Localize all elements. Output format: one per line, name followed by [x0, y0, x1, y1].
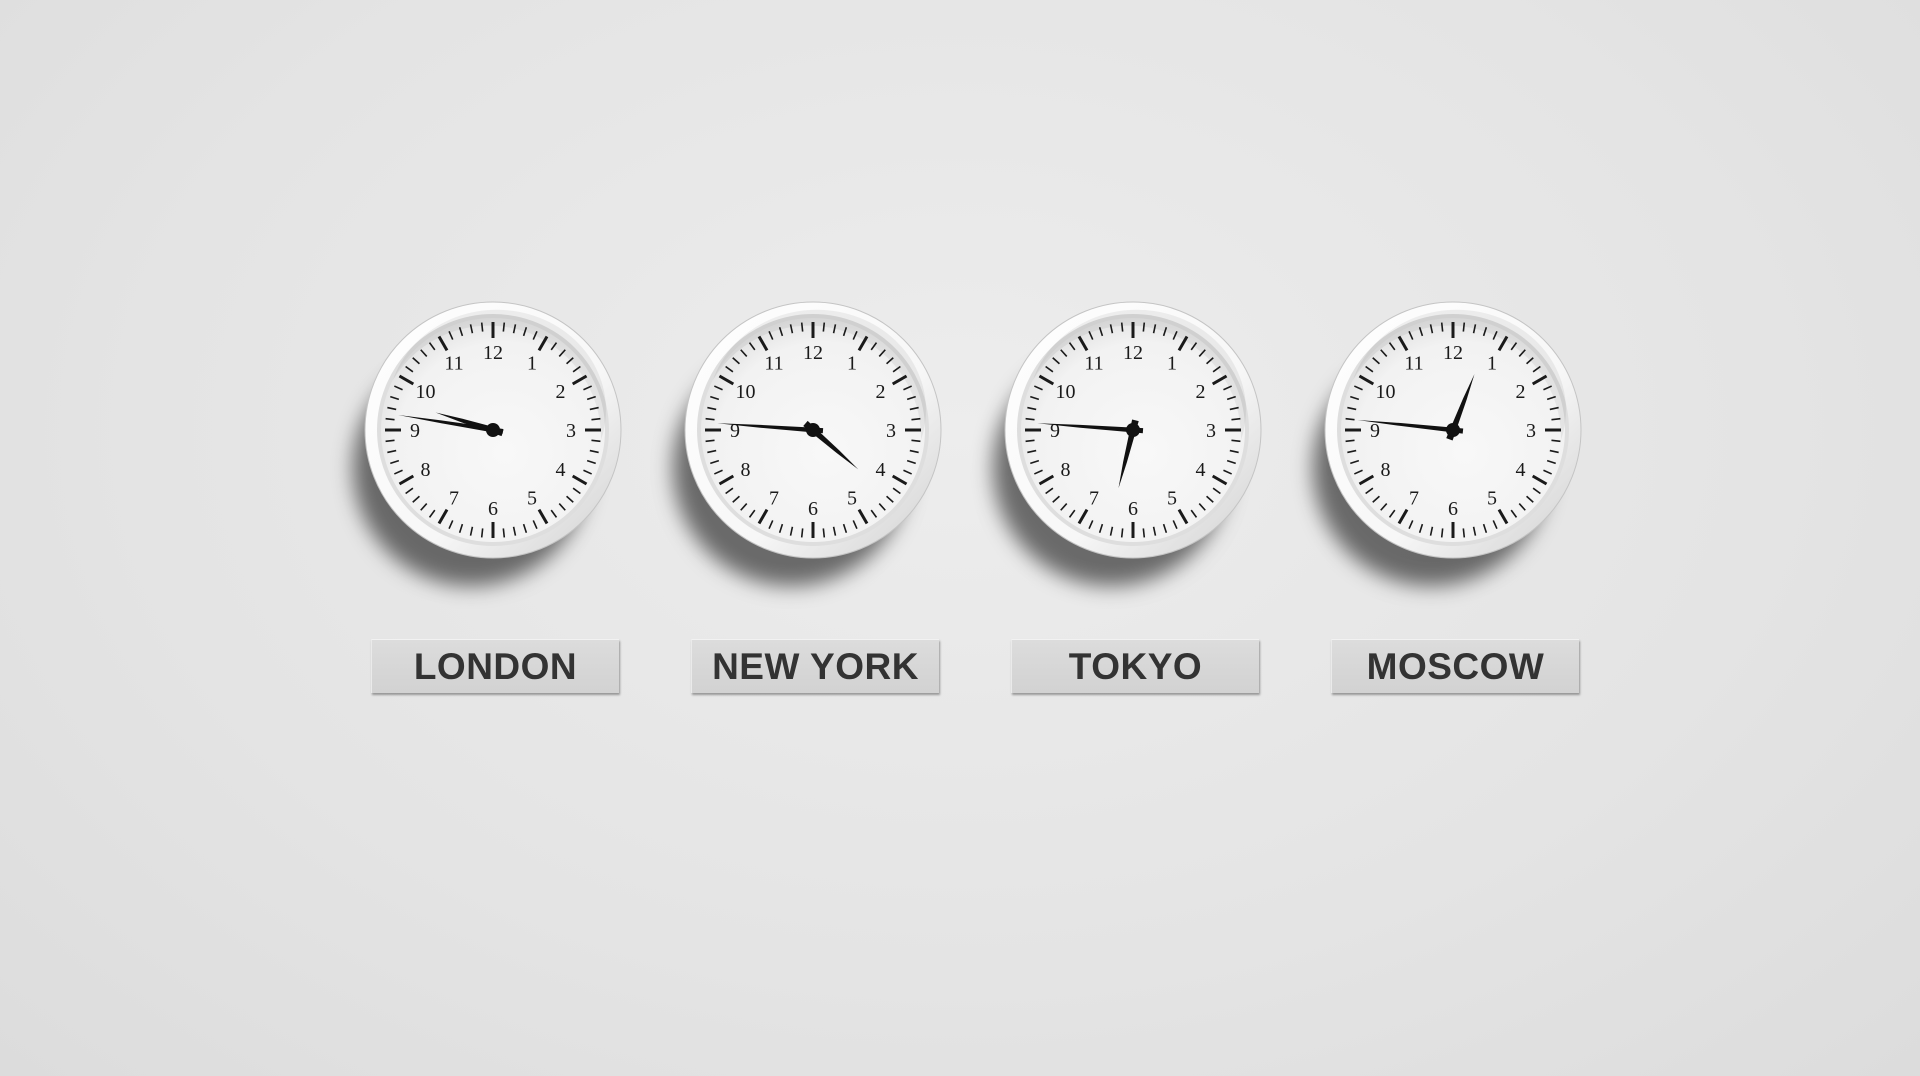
dial-numeral: 2 [1196, 381, 1206, 403]
dial-numeral: 6 [1128, 498, 1138, 520]
dial-numeral: 12 [803, 342, 823, 364]
dial-numeral: 11 [1404, 352, 1423, 374]
dial-numeral: 12 [1123, 342, 1143, 364]
dial-numeral: 1 [847, 352, 857, 374]
dial-numeral: 7 [449, 488, 459, 510]
clock-london-face: 12 1234567891011 [353, 301, 622, 586]
dial-numeral: 11 [1084, 352, 1103, 374]
dial-numeral: 1 [1167, 352, 1177, 374]
dial-numeral: 4 [876, 459, 886, 481]
dial-numeral: 5 [1487, 488, 1497, 510]
dial-numeral: 6 [808, 498, 818, 520]
dial-numeral: 2 [876, 381, 886, 403]
wall-background: 12 1 2 3 4 5 6 7 8 9 10 11 LONDON 12 1 2 3 4 5 6 7 8 9 10 11 N… [0, 0, 1920, 1076]
dial-numeral: 12 [1443, 342, 1463, 364]
dial-numeral: 9 [1050, 420, 1060, 442]
dial-numeral: 7 [769, 488, 779, 510]
dial-numeral: 4 [1516, 459, 1526, 481]
city-label-new-york: NEW YORK [691, 639, 939, 693]
city-name-new-york: NEW YORK [712, 645, 919, 687]
dial-numeral: 11 [444, 352, 463, 374]
dial-numeral: 10 [1055, 381, 1075, 403]
dial-numeral: 1 [1487, 352, 1497, 374]
dial-numeral: 12 [483, 342, 503, 364]
clock-center-cap-tokyo [1126, 423, 1140, 437]
dial-numeral: 3 [886, 420, 896, 442]
dial-numeral: 3 [1526, 420, 1536, 442]
dial-numeral: 3 [566, 420, 576, 442]
clock-center-cap-new-york [806, 423, 820, 437]
city-name-moscow: MOSCOW [1366, 645, 1545, 687]
dial-numeral: 10 [415, 381, 435, 403]
city-name-london: LONDON [413, 645, 578, 687]
dial-numeral: 8 [1060, 459, 1070, 481]
dial-numeral: 8 [740, 459, 750, 481]
dial-numeral: 7 [1089, 488, 1099, 510]
dial-numeral: 2 [556, 381, 566, 403]
city-name-tokyo: TOKYO [1068, 645, 1203, 687]
city-label-tokyo: TOKYO [1011, 639, 1259, 693]
dial-numeral: 11 [764, 352, 783, 374]
dial-numeral: 2 [1516, 381, 1526, 403]
city-label-london: LONDON [371, 639, 619, 693]
dial-numeral: 10 [735, 381, 755, 403]
dial-numeral: 3 [1206, 420, 1216, 442]
dial-numeral: 4 [556, 459, 566, 481]
clock-new-york-face: 12 1234567891011 [673, 301, 942, 586]
dial-numeral: 8 [1380, 459, 1390, 481]
dial-numeral: 9 [410, 420, 420, 442]
dial-numeral: 5 [1167, 488, 1177, 510]
dial-numeral: 8 [420, 459, 430, 481]
clock-tokyo-face: 12 1234567891011 [993, 301, 1262, 586]
dial-numeral: 5 [527, 488, 537, 510]
dial-numeral: 10 [1375, 381, 1395, 403]
dial-numeral: 6 [1448, 498, 1458, 520]
dial-numeral: 5 [847, 488, 857, 510]
dial-numeral: 9 [1370, 420, 1380, 442]
clock-moscow-face: 12 1234567891011 [1313, 301, 1582, 586]
dial-numeral: 9 [730, 420, 740, 442]
dial-numeral: 7 [1409, 488, 1419, 510]
dial-numeral: 4 [1196, 459, 1206, 481]
dial-numeral: 6 [488, 498, 498, 520]
dial-numeral: 1 [527, 352, 537, 374]
clock-center-cap-london [486, 423, 500, 437]
clock-center-cap-moscow [1446, 423, 1460, 437]
city-label-moscow: MOSCOW [1331, 639, 1579, 693]
